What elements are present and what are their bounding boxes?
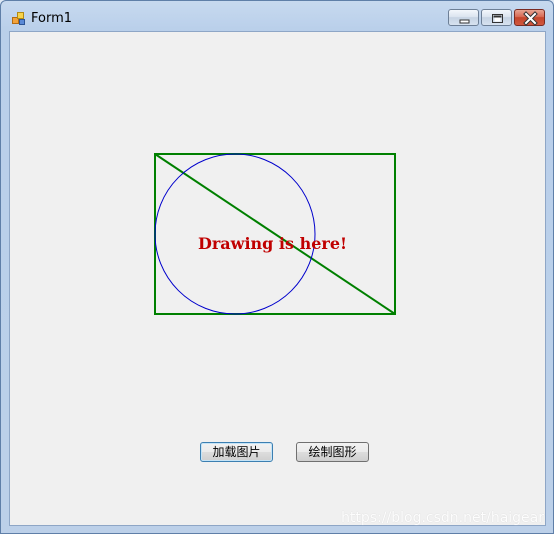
drawn-text: Drawing is here! <box>198 234 347 253</box>
application-icon <box>12 12 25 25</box>
window-title: Form1 <box>31 11 73 26</box>
maximize-button[interactable] <box>481 9 512 26</box>
draw-shape-button[interactable]: 绘制图形 <box>296 442 369 462</box>
load-image-button[interactable]: 加载图片 <box>200 442 273 462</box>
watermark-text: https://blog.csdn.net/haigear <box>341 510 544 526</box>
restore-icon <box>492 14 503 23</box>
minimize-icon <box>459 19 470 24</box>
close-icon <box>523 11 538 26</box>
minimize-button[interactable] <box>448 9 479 26</box>
drawing-canvas: Drawing is here! <box>154 153 396 315</box>
form1-window: Form1 Drawing is here! 加载图片 绘制图形 <box>0 0 554 534</box>
close-button[interactable] <box>514 9 545 26</box>
title-bar[interactable]: Form1 <box>1 1 553 31</box>
drawing-surface: Drawing is here! <box>154 153 396 315</box>
